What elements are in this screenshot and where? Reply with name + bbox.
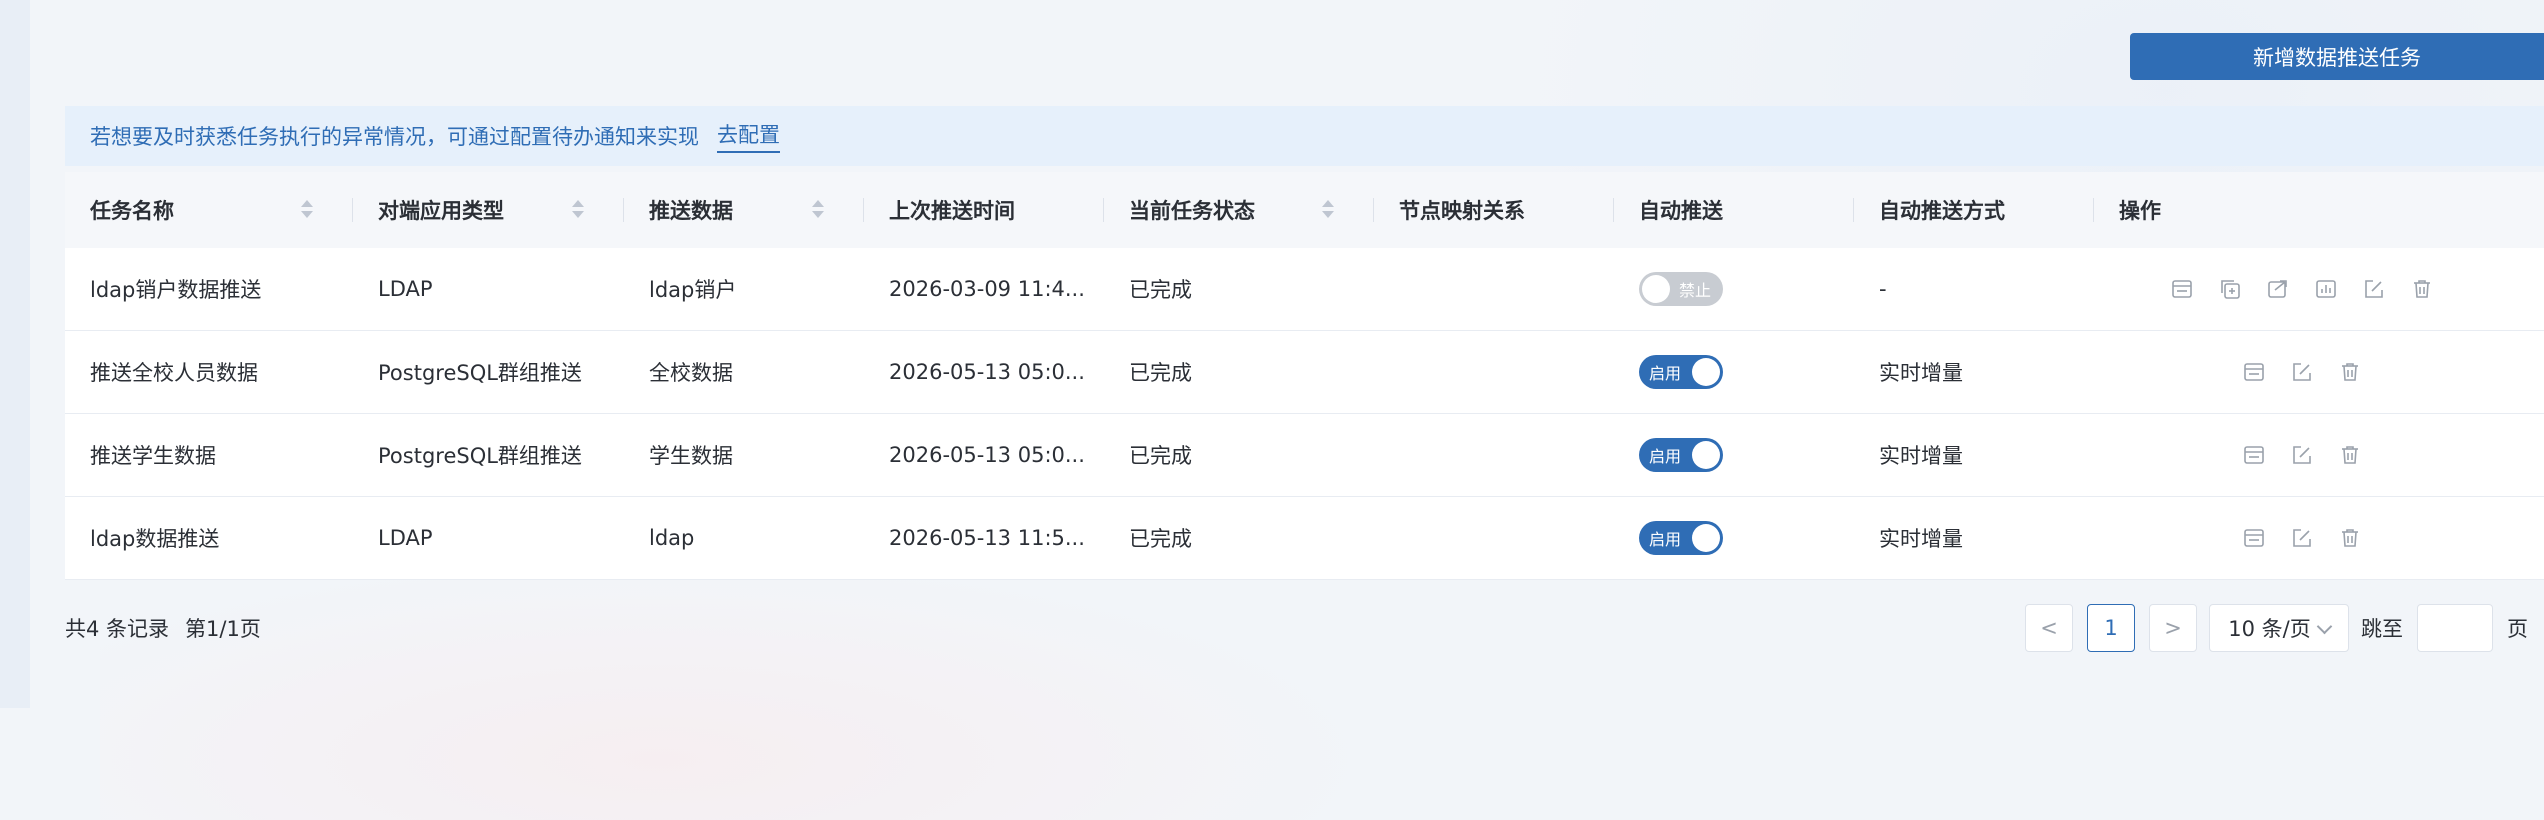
cell-status: 已完成 bbox=[1129, 361, 1192, 385]
cell-auto: 禁止 bbox=[1614, 248, 1854, 330]
configure-link[interactable]: 去配置 bbox=[717, 119, 780, 153]
column-header-data[interactable]: 推送数据 bbox=[624, 172, 864, 248]
auto-push-toggle[interactable]: 禁止 bbox=[1639, 272, 1723, 306]
cell-app-type: LDAP bbox=[378, 277, 433, 301]
copy-add-icon[interactable] bbox=[2217, 276, 2243, 302]
chevron-down-icon bbox=[2316, 618, 2333, 634]
page-button-1[interactable]: 1 bbox=[2087, 604, 2135, 652]
notice-bar: 若想要及时获悉任务执行的异常情况，可通过配置待办通知来实现 去配置 bbox=[65, 106, 2544, 166]
cell-data: 学生数据 bbox=[649, 444, 733, 468]
delete-icon[interactable] bbox=[2409, 276, 2435, 302]
column-header-last-time: 上次推送时间 bbox=[864, 172, 1104, 248]
column-header-name[interactable]: 任务名称 bbox=[65, 172, 353, 248]
cell-auto: 启用 bbox=[1614, 414, 1854, 496]
jump-label: 跳至 bbox=[2361, 617, 2403, 641]
delete-icon[interactable] bbox=[2337, 359, 2363, 385]
cell-name: ldap数据推送 bbox=[90, 527, 220, 551]
cell-mode: 实时增量 bbox=[1879, 361, 1963, 385]
edit-icon[interactable] bbox=[2289, 359, 2315, 385]
cell-actions bbox=[2094, 414, 2544, 496]
cell-status: 已完成 bbox=[1129, 444, 1192, 468]
cell-actions bbox=[2094, 331, 2544, 413]
cell-name: ldap销户数据推送 bbox=[90, 278, 262, 302]
column-header-auto: 自动推送 bbox=[1614, 172, 1854, 248]
page-info: 第1/1页 bbox=[185, 617, 261, 641]
cell-status: 已完成 bbox=[1129, 278, 1192, 302]
sort-icon[interactable] bbox=[301, 196, 313, 224]
cell-auto: 启用 bbox=[1614, 331, 1854, 413]
notice-text: 若想要及时获悉任务执行的异常情况，可通过配置待办通知来实现 bbox=[90, 125, 699, 149]
column-header-app-type[interactable]: 对端应用类型 bbox=[353, 172, 624, 248]
cell-mode: - bbox=[1879, 277, 1887, 301]
total-records: 共4 条记录 bbox=[65, 617, 170, 641]
next-page-button[interactable]: > bbox=[2149, 604, 2197, 652]
table-header: 任务名称 对端应用类型 推送数据 上次推送时间 当前任务状态 节点映射关系 自动… bbox=[65, 172, 2544, 248]
prev-page-button[interactable]: < bbox=[2025, 604, 2073, 652]
cell-name: 推送全校人员数据 bbox=[90, 361, 258, 385]
add-push-task-button[interactable]: 新增数据推送任务 bbox=[2130, 33, 2544, 80]
cell-app-type: PostgreSQL群组推送 bbox=[378, 361, 582, 385]
stats-icon[interactable] bbox=[2313, 276, 2339, 302]
edit-icon[interactable] bbox=[2289, 442, 2315, 468]
cell-app-type: LDAP bbox=[378, 526, 433, 550]
task-table: 任务名称 对端应用类型 推送数据 上次推送时间 当前任务状态 节点映射关系 自动… bbox=[65, 172, 2544, 580]
cell-data: ldap销户 bbox=[649, 278, 737, 302]
column-header-mode: 自动推送方式 bbox=[1854, 172, 2094, 248]
page-unit-label: 页 bbox=[2507, 617, 2528, 641]
cell-mapping bbox=[1374, 331, 1614, 413]
page-size-select[interactable]: 10 条/页 bbox=[2209, 604, 2349, 652]
cell-last-time: 2026-05-13 11:5... bbox=[889, 526, 1085, 550]
cell-data: 全校数据 bbox=[649, 361, 733, 385]
edit-icon[interactable] bbox=[2289, 525, 2315, 551]
cell-last-time: 2026-05-13 05:0... bbox=[889, 360, 1085, 384]
edit-icon[interactable] bbox=[2361, 276, 2387, 302]
table-row: 推送学生数据 PostgreSQL群组推送 学生数据 2026-05-13 05… bbox=[65, 414, 2544, 497]
cell-data: ldap bbox=[649, 526, 695, 550]
auto-push-toggle[interactable]: 启用 bbox=[1639, 438, 1723, 472]
left-sidebar-edge bbox=[0, 0, 30, 708]
table-row: ldap销户数据推送 LDAP ldap销户 2026-03-09 11:4..… bbox=[65, 248, 2544, 331]
cell-actions bbox=[2094, 248, 2544, 330]
cell-last-time: 2026-03-09 11:4... bbox=[889, 277, 1085, 301]
detail-icon[interactable] bbox=[2241, 442, 2267, 468]
cell-mapping bbox=[1374, 497, 1614, 579]
table-row: 推送全校人员数据 PostgreSQL群组推送 全校数据 2026-05-13 … bbox=[65, 331, 2544, 414]
cell-mapping bbox=[1374, 248, 1614, 330]
detail-icon[interactable] bbox=[2241, 359, 2267, 385]
cell-status: 已完成 bbox=[1129, 527, 1192, 551]
detail-icon[interactable] bbox=[2241, 525, 2267, 551]
detail-icon[interactable] bbox=[2169, 276, 2195, 302]
delete-icon[interactable] bbox=[2337, 442, 2363, 468]
column-header-mapping: 节点映射关系 bbox=[1374, 172, 1614, 248]
auto-push-toggle[interactable]: 启用 bbox=[1639, 355, 1723, 389]
cell-mode: 实时增量 bbox=[1879, 444, 1963, 468]
cell-mapping bbox=[1374, 414, 1614, 496]
column-header-actions: 操作 bbox=[2119, 199, 2161, 223]
column-header-status[interactable]: 当前任务状态 bbox=[1104, 172, 1374, 248]
cell-auto: 启用 bbox=[1614, 497, 1854, 579]
cell-last-time: 2026-05-13 05:0... bbox=[889, 443, 1085, 467]
table-row: ldap数据推送 LDAP ldap 2026-05-13 11:5... 已完… bbox=[65, 497, 2544, 580]
sort-icon[interactable] bbox=[1322, 196, 1334, 224]
auto-push-toggle[interactable]: 启用 bbox=[1639, 521, 1723, 555]
cell-actions bbox=[2094, 497, 2544, 579]
cell-mode: 实时增量 bbox=[1879, 527, 1963, 551]
sort-icon[interactable] bbox=[572, 196, 584, 224]
sort-icon[interactable] bbox=[812, 196, 824, 224]
cell-app-type: PostgreSQL群组推送 bbox=[378, 444, 582, 468]
pagination: < 1 > 10 条/页 跳至 页 bbox=[2025, 604, 2528, 652]
cell-name: 推送学生数据 bbox=[90, 444, 216, 468]
delete-icon[interactable] bbox=[2337, 525, 2363, 551]
jump-page-input[interactable] bbox=[2417, 604, 2493, 652]
export-icon[interactable] bbox=[2265, 276, 2291, 302]
